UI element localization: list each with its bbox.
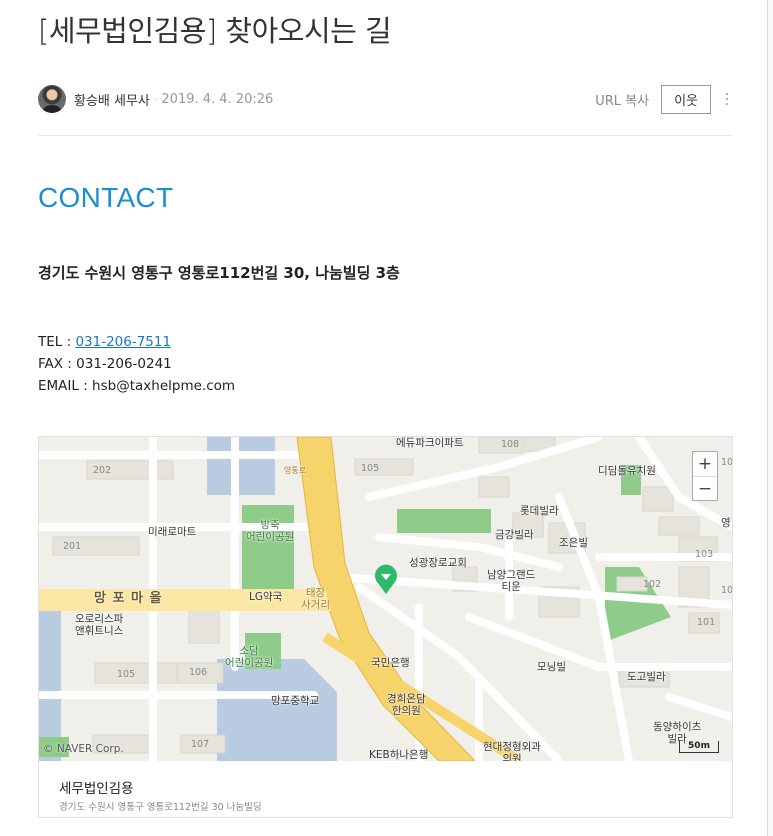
label-mangpo-village[interactable]: 망 포 마 을 <box>94 592 162 605</box>
label-kookmin-bank[interactable]: 국민은행 <box>371 657 410 669</box>
label-road-marker: 영통로 <box>284 466 307 475</box>
tel-line: TEL : 031-206-7511 <box>38 331 235 353</box>
building-202: 202 <box>93 465 112 476</box>
label-kindergarten[interactable]: 디딤돌유치원 <box>598 465 656 477</box>
fax-line: FAX : 031-206-0241 <box>38 356 172 372</box>
building-106: 106 <box>189 667 208 678</box>
label-bangchuk-daycare[interactable]: 방축 어린이공원 <box>246 519 294 543</box>
label-lotte-villa[interactable]: 롯데빌라 <box>520 505 559 517</box>
email-line: EMAIL : hsb@taxhelpme.com <box>38 378 236 394</box>
author-row: 황승배 세무사 · 2019. 4. 4. 20:26 URL 복사 이웃 <box>38 84 733 114</box>
building-101: 101 <box>697 617 716 628</box>
label-apt-top[interactable]: 에듀파크이파트 <box>396 437 464 449</box>
avatar[interactable] <box>38 85 66 113</box>
neighbor-button[interactable]: 이웃 <box>661 84 711 114</box>
label-taejang-intersection[interactable]: 태장 사거리 <box>301 587 330 611</box>
building-201: 201 <box>63 541 82 552</box>
contact-heading: CONTACT <box>38 182 174 213</box>
map-scale-bar: 50m <box>679 741 719 753</box>
label-mangpo-middle-school[interactable]: 망포중학교 <box>271 695 319 707</box>
building-103: 103 <box>695 549 714 560</box>
label-keb-bank[interactable]: KEB하나은행 <box>369 749 428 761</box>
zoom-in-button[interactable]: + <box>693 452 717 476</box>
map-card[interactable]: 에듀파크이파트 디딤돌유치원 롯데빌라 금강빌라 조은빌 미래로마트 방축 어린… <box>38 436 733 818</box>
building-105a: 105 <box>361 463 380 474</box>
location-pin-icon[interactable] <box>373 564 399 594</box>
tel-label: TEL : <box>38 334 76 350</box>
building-107: 107 <box>191 739 210 750</box>
label-joeun-villa[interactable]: 조은빌 <box>559 537 588 549</box>
building-102: 102 <box>643 579 662 590</box>
office-address: 경기도 수원시 영통구 영통로112번길 30, 나눔빌딩 3층 <box>38 264 400 282</box>
place-address: 경기도 수원시 영통구 영통로112번길 30 나눔빌딩 <box>59 802 262 813</box>
post-title: [세무법인김용] 찾아오시는 길 <box>38 14 392 48</box>
tel-link[interactable]: 031-206-7511 <box>75 334 171 350</box>
building-106b: 106 <box>721 457 732 468</box>
zoom-out-button[interactable]: − <box>693 476 717 500</box>
label-dogo-villa[interactable]: 도고빌라 <box>627 671 666 683</box>
map-view[interactable]: 에듀파크이파트 디딤돌유치원 롯데빌라 금강빌라 조은빌 미래로마트 방축 어린… <box>39 437 732 761</box>
post-date: 2019. 4. 4. 20:26 <box>161 91 274 107</box>
header-divider <box>38 135 733 136</box>
label-moning-villa[interactable]: 모닝빌 <box>537 661 566 673</box>
building-105b: 105 <box>117 669 136 680</box>
label-sodal-daycare[interactable]: 소담 어린이공원 <box>225 645 273 669</box>
label-yeong: 영 <box>721 517 731 529</box>
label-namyang-grand[interactable]: 남양그랜드 티운 <box>487 569 535 593</box>
label-church[interactable]: 성광장로교회 <box>409 557 467 569</box>
map-copyright: © NAVER Corp. <box>43 743 124 755</box>
label-mirae-mart[interactable]: 미래로마트 <box>148 526 196 538</box>
author-separator: · <box>153 92 158 106</box>
building-108a: 108 <box>501 439 520 450</box>
url-copy-button[interactable]: URL 복사 <box>595 90 649 109</box>
place-name[interactable]: 세무법인김용 <box>59 777 134 797</box>
zoom-control: + − <box>692 451 718 501</box>
label-hyundai-clinic[interactable]: 현대정형외과 의원 <box>483 741 541 761</box>
page-right-border <box>767 0 773 836</box>
building-108b: 108 <box>721 585 732 596</box>
more-options-icon[interactable] <box>721 93 733 105</box>
label-orora-sports[interactable]: 오로리스파 앤휘트니스 <box>75 613 123 637</box>
author-name[interactable]: 황승배 세무사 <box>74 90 150 109</box>
label-kyunghee-clinic[interactable]: 경희온담 한의원 <box>387 693 426 717</box>
label-geumgang-villa[interactable]: 금강빌라 <box>495 529 534 541</box>
label-lg-pharmacy[interactable]: LG약국 <box>249 591 282 603</box>
contact-info: TEL : 031-206-7511 FAX : 031-206-0241 EM… <box>38 331 235 397</box>
